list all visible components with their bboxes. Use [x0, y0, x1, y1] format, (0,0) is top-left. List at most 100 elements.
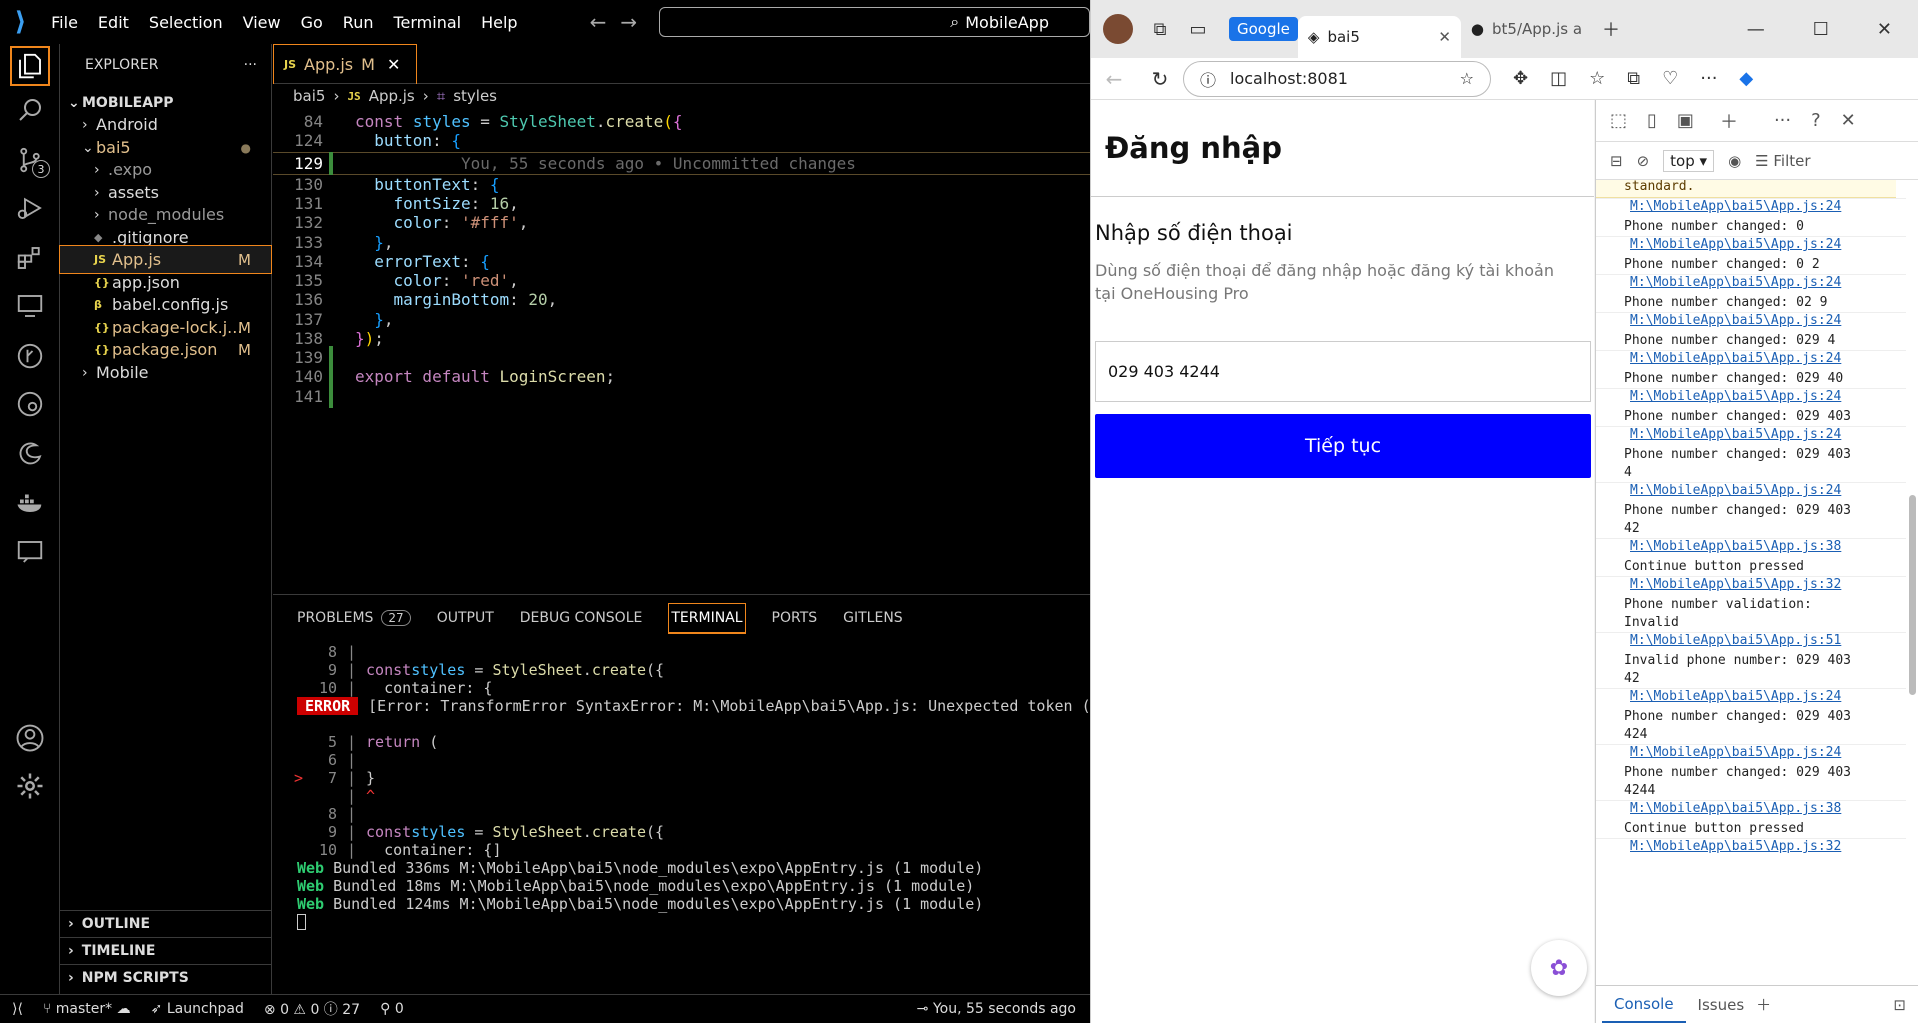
- tab-github[interactable]: ● bt5/App.js a: [1461, 8, 1592, 50]
- outline-section[interactable]: › OUTLINE: [60, 910, 271, 937]
- clear-console-icon[interactable]: ⊘: [1637, 152, 1650, 170]
- console-messages[interactable]: M:\MobileApp\bai5\App.js:24 Phone number …: [1596, 180, 1906, 970]
- tab-app-js[interactable]: JS App.js M ✕: [273, 44, 417, 84]
- maximize-icon[interactable]: ☐: [1813, 19, 1829, 40]
- ports-status[interactable]: ⚲ 0: [380, 1001, 404, 1017]
- timeline-section[interactable]: › TIMELINE: [60, 937, 271, 964]
- profile-avatar[interactable]: [1103, 14, 1133, 44]
- favorite-star-icon[interactable]: ☆: [1460, 69, 1474, 88]
- branch-status[interactable]: ⑂ master* ☁: [43, 1001, 131, 1017]
- tab-output[interactable]: OUTPUT: [437, 610, 494, 626]
- tab-console[interactable]: Console: [1602, 987, 1686, 1023]
- add-drawer-tab-icon[interactable]: ＋: [1756, 994, 1771, 1015]
- menu-terminal[interactable]: Terminal: [383, 13, 471, 32]
- panel-toggle-icon[interactable]: ▣: [1677, 110, 1694, 131]
- console-source-link[interactable]: M:\MobileApp\bai5\App.js:32: [1596, 839, 1906, 858]
- more-icon[interactable]: ···: [1774, 110, 1791, 131]
- inspect-icon[interactable]: ⬚: [1610, 110, 1627, 131]
- copilot-icon[interactable]: ◆: [1739, 68, 1753, 89]
- console-source-link[interactable]: M:\MobileApp\bai5\App.js:24: [1596, 199, 1906, 218]
- google-tab[interactable]: Google: [1229, 17, 1298, 41]
- console-source-link[interactable]: M:\MobileApp\bai5\App.js:24: [1596, 483, 1906, 502]
- phone-input[interactable]: 029 403 4244: [1095, 341, 1591, 402]
- device-emulation-icon[interactable]: ▯: [1647, 110, 1657, 131]
- gitlens-icon[interactable]: [10, 384, 50, 424]
- run-debug-icon[interactable]: [10, 188, 50, 228]
- git-graph-icon[interactable]: [10, 336, 50, 376]
- console-scrollbar[interactable]: [1907, 180, 1917, 970]
- menu-edit[interactable]: Edit: [88, 13, 139, 32]
- menu-go[interactable]: Go: [291, 13, 333, 32]
- continue-button[interactable]: Tiếp tục: [1095, 414, 1591, 478]
- more-icon[interactable]: ···: [1700, 68, 1717, 89]
- console-source-link[interactable]: M:\MobileApp\bai5\App.js:24: [1596, 427, 1906, 446]
- menu-file[interactable]: File: [41, 13, 88, 32]
- new-tab-icon[interactable]: ＋: [1592, 13, 1630, 45]
- live-expression-icon[interactable]: ◉: [1728, 152, 1741, 170]
- favorites-icon[interactable]: ☆: [1589, 68, 1605, 89]
- filter-input[interactable]: ☰ Filter: [1755, 152, 1810, 170]
- nav-arrows[interactable]: ←→: [590, 10, 652, 34]
- search-icon[interactable]: [10, 90, 50, 130]
- console-source-link[interactable]: M:\MobileApp\bai5\App.js:24: [1596, 689, 1906, 708]
- console-source-link[interactable]: M:\MobileApp\bai5\App.js:24: [1596, 313, 1906, 332]
- chat-icon[interactable]: [10, 532, 50, 572]
- collections-icon[interactable]: ⧉: [1627, 68, 1640, 89]
- tab-gitlens[interactable]: GITLENS: [843, 610, 903, 626]
- close-icon[interactable]: ✕: [387, 55, 400, 74]
- console-source-link[interactable]: M:\MobileApp\bai5\App.js:38: [1596, 539, 1906, 558]
- tab-issues[interactable]: Issues: [1686, 988, 1757, 1022]
- scroll-thumb[interactable]: [1909, 495, 1916, 695]
- console-source-link[interactable]: M:\MobileApp\bai5\App.js:24: [1596, 275, 1906, 294]
- console-source-link[interactable]: M:\MobileApp\bai5\App.js:24: [1596, 389, 1906, 408]
- docker-icon[interactable]: [10, 482, 50, 522]
- menu-run[interactable]: Run: [333, 13, 384, 32]
- edge-icon[interactable]: [10, 434, 50, 474]
- explorer-icon[interactable]: [10, 46, 50, 86]
- settings-gear-icon[interactable]: [10, 766, 50, 806]
- source-control-icon[interactable]: 3: [10, 140, 50, 180]
- split-screen-icon[interactable]: ◫: [1550, 68, 1567, 89]
- workspaces-icon[interactable]: ⧉: [1141, 13, 1179, 45]
- tree-item-mobile[interactable]: › Mobile: [60, 359, 271, 386]
- command-center[interactable]: ⌕ MobileApp: [659, 7, 1090, 37]
- dock-icon[interactable]: ⊡: [1893, 996, 1906, 1014]
- console-source-link[interactable]: M:\MobileApp\bai5\App.js:24: [1596, 745, 1906, 764]
- account-icon[interactable]: [10, 718, 50, 758]
- breadcrumb-item[interactable]: styles: [453, 87, 497, 105]
- more-actions-icon[interactable]: ···: [244, 57, 257, 73]
- console-source-link[interactable]: M:\MobileApp\bai5\App.js:24: [1596, 237, 1906, 256]
- close-tab-icon[interactable]: ✕: [1438, 28, 1451, 46]
- tab-actions-icon[interactable]: ▭: [1179, 13, 1217, 45]
- tab-bai5[interactable]: ◈ bai5 ✕: [1297, 16, 1461, 58]
- sidebar-toggle-icon[interactable]: ⊟: [1610, 152, 1623, 170]
- npm-scripts-section[interactable]: › NPM SCRIPTS: [60, 964, 271, 991]
- console-source-link[interactable]: M:\MobileApp\bai5\App.js:38: [1596, 801, 1906, 820]
- console-source-link[interactable]: M:\MobileApp\bai5\App.js:32: [1596, 577, 1906, 596]
- tab-ports[interactable]: PORTS: [772, 610, 818, 626]
- close-window-icon[interactable]: ✕: [1877, 19, 1892, 40]
- menu-help[interactable]: Help: [471, 13, 527, 32]
- problems-status[interactable]: ⊗ 0 ⚠ 0 ⓘ 27: [264, 999, 360, 1019]
- copilot-fab-icon[interactable]: ✿: [1531, 940, 1587, 996]
- back-icon[interactable]: ←: [1091, 67, 1137, 91]
- extensions-icon[interactable]: ✥: [1513, 68, 1528, 89]
- breadcrumb-item[interactable]: bai5: [293, 87, 325, 105]
- console-source-link[interactable]: M:\MobileApp\bai5\App.js:51: [1596, 633, 1906, 652]
- tab-debug-console[interactable]: DEBUG CONSOLE: [520, 610, 643, 626]
- minimize-icon[interactable]: —: [1747, 19, 1765, 40]
- blame-status[interactable]: ⊸ You, 55 seconds ago: [917, 1001, 1076, 1017]
- launchpad-status[interactable]: ➶ Launchpad: [151, 1001, 244, 1017]
- refresh-icon[interactable]: ↻: [1137, 67, 1183, 91]
- help-icon[interactable]: ?: [1811, 110, 1821, 131]
- add-tool-icon[interactable]: ＋: [1720, 108, 1738, 134]
- menu-view[interactable]: View: [233, 13, 291, 32]
- remote-icon[interactable]: ⟩⟨: [12, 1001, 23, 1017]
- context-select[interactable]: top ▾: [1663, 149, 1715, 172]
- remote-explorer-icon[interactable]: [10, 286, 50, 326]
- breadcrumb-item[interactable]: App.js: [369, 87, 415, 105]
- close-devtools-icon[interactable]: ✕: [1841, 110, 1856, 131]
- menu-selection[interactable]: Selection: [139, 13, 233, 32]
- console-source-link[interactable]: M:\MobileApp\bai5\App.js:24: [1596, 351, 1906, 370]
- tab-problems[interactable]: PROBLEMS 27: [297, 610, 411, 626]
